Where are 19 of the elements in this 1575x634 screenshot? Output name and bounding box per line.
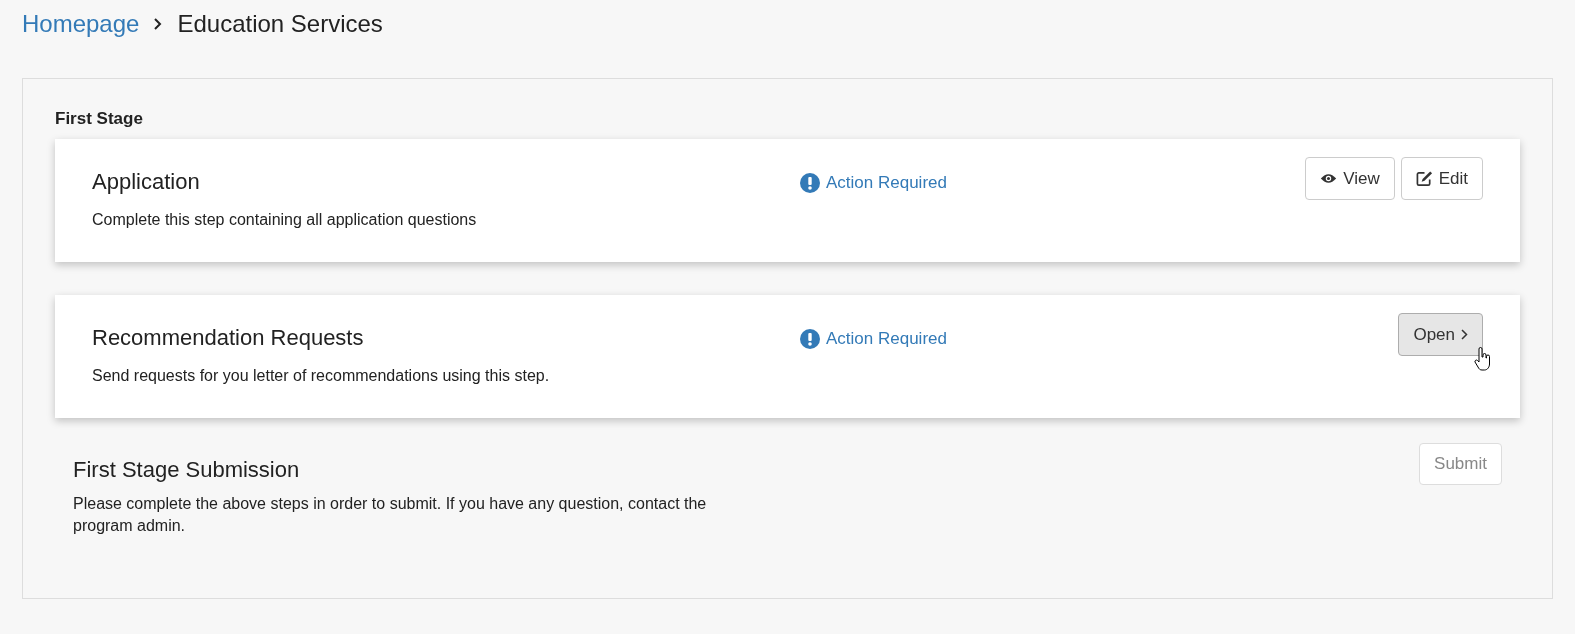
step-description: Send requests for you letter of recommendations using this step.: [92, 366, 551, 386]
exclamation-icon: [800, 173, 820, 193]
status-text: Action Required: [826, 329, 947, 349]
chevron-right-icon: [1461, 329, 1468, 340]
edit-icon: [1415, 170, 1433, 187]
edit-button[interactable]: Edit: [1400, 157, 1483, 200]
submission-title: First Stage Submission: [73, 457, 301, 483]
hand-cursor-icon: [1474, 347, 1492, 371]
chevron-right-icon: [153, 17, 164, 31]
step-title: Application: [92, 169, 201, 195]
breadcrumb-link[interactable]: Homepage: [22, 10, 140, 38]
step-description: Complete this step containing all application questions: [92, 210, 478, 230]
step-title: Recommendation Requests: [92, 325, 365, 351]
exclamation-icon: [800, 329, 820, 349]
stage-title: First Stage: [55, 109, 144, 129]
status-text: Action Required: [826, 173, 947, 193]
view-button[interactable]: View: [1305, 157, 1395, 200]
breadcrumb-current: Education Services: [177, 10, 383, 38]
submission-description: Please complete the above steps in order to submit. If you have any question, contact the program admin.: [73, 494, 708, 537]
